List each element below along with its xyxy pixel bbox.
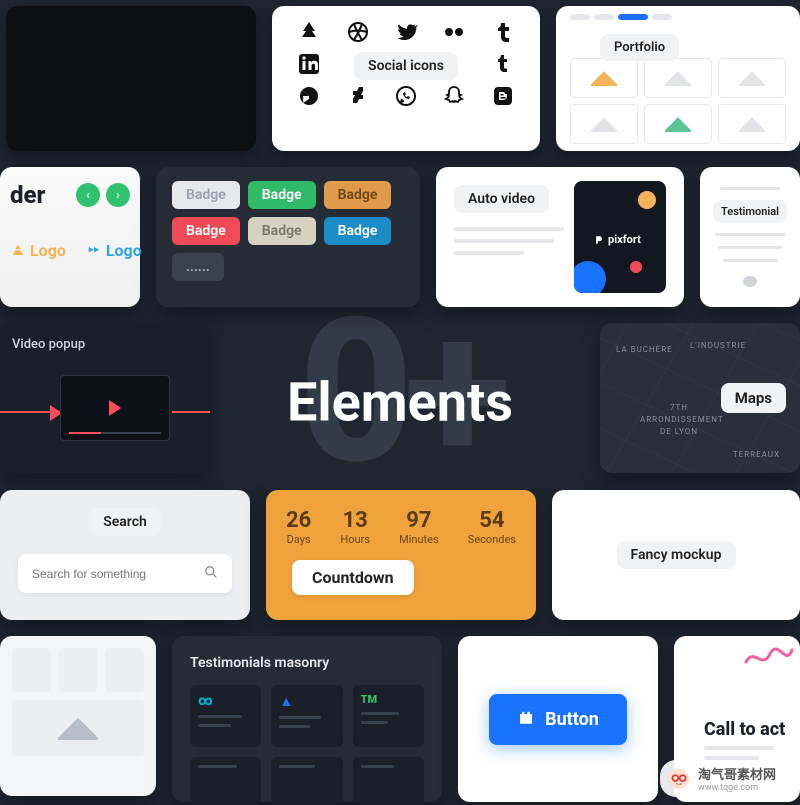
slider-prev-button[interactable]: ‹ <box>76 183 100 207</box>
video-popup-card[interactable]: Video popup <box>0 323 210 473</box>
portfolio-item[interactable] <box>718 58 786 98</box>
grid-item[interactable] <box>59 648 98 692</box>
fancy-mockup-label: Fancy mockup <box>617 541 736 569</box>
badge[interactable]: ...... <box>172 253 224 281</box>
dribbble-icon <box>346 20 370 48</box>
countdown-segment: 13Hours <box>340 508 370 546</box>
countdown-segment: 97Minutes <box>399 508 439 546</box>
watermark: 淘气哥素材网 www.tqge.com <box>660 760 790 797</box>
button-card[interactable]: Button <box>458 636 658 802</box>
maps-label: Maps <box>721 383 786 413</box>
social-icons-card[interactable]: Social icons <box>272 6 540 151</box>
tumblr-t-icon <box>491 20 515 48</box>
portfolio-card[interactable]: Portfolio <box>556 6 800 151</box>
badge[interactable]: Badge <box>248 217 316 245</box>
portfolio-label: Portfolio <box>600 34 679 61</box>
logo-item: Logo <box>86 241 142 260</box>
auto-video-label: Auto video <box>454 185 549 213</box>
testimonials-masonry-card[interactable]: Testimonials masonry ∞ ▲ TM <box>172 636 442 802</box>
testimonial-item[interactable]: ∞ <box>190 685 261 747</box>
testimonial-card[interactable]: Testimonial <box>700 167 800 307</box>
badge[interactable]: Badge <box>324 181 392 209</box>
grid-item[interactable] <box>105 648 144 692</box>
testimonial-item[interactable] <box>271 757 342 805</box>
watermark-text: 淘气哥素材网 <box>698 764 776 783</box>
portfolio-item[interactable] <box>570 104 638 144</box>
map-street: ARRONDISSEMENT <box>640 415 724 424</box>
search-icon <box>204 564 218 583</box>
slider-card[interactable]: der ‹ › Logo Logo <box>0 167 140 307</box>
countdown-segment: 26Days <box>286 508 311 546</box>
search-field[interactable] <box>18 554 232 593</box>
social-icons-label: Social icons <box>354 52 458 80</box>
primary-button[interactable]: Button <box>489 694 627 745</box>
portfolio-item[interactable] <box>644 58 712 98</box>
castle-icon <box>517 708 535 731</box>
tree-icon <box>297 20 321 48</box>
badge[interactable]: Badge <box>248 181 316 209</box>
map-street: LA BUCHÈRE <box>616 345 673 354</box>
testimonial-item[interactable] <box>353 757 424 805</box>
search-label: Search <box>89 508 161 536</box>
watermark-icon <box>668 768 690 790</box>
grid-item[interactable] <box>12 648 51 692</box>
badge[interactable]: Badge <box>324 217 392 245</box>
countdown-label: Countdown <box>292 560 414 595</box>
testimonial-item[interactable] <box>190 757 261 805</box>
badge[interactable]: Badge <box>172 217 240 245</box>
tumblr-icon <box>491 52 515 80</box>
badge[interactable]: Badge <box>172 181 240 209</box>
grid-item[interactable] <box>12 700 144 756</box>
video-popup-label: Video popup <box>12 337 85 352</box>
blank-dark-card <box>6 6 256 151</box>
countdown-segment: 54Secondes <box>468 508 516 546</box>
slider-title-fragment: der <box>10 181 45 209</box>
squiggle-decoration <box>744 642 794 672</box>
badges-card[interactable]: Badge Badge Badge Badge Badge Badge...... <box>156 167 420 307</box>
slider-next-button[interactable]: › <box>106 183 130 207</box>
map-street: 7TH <box>670 403 688 412</box>
whatsapp-icon <box>394 84 418 112</box>
logo-item: Logo <box>10 241 66 260</box>
map-street: TERREAUX <box>733 450 780 459</box>
blogger-icon <box>491 84 515 112</box>
video-thumbnail[interactable] <box>60 375 170 441</box>
canvas: 0+ Elements Social icons Portf <box>0 0 800 805</box>
twitter-icon <box>394 20 418 48</box>
portfolio-item[interactable] <box>644 104 712 144</box>
watermark-url: www.tqge.com <box>698 783 776 793</box>
pixfort-logo: pixfort <box>594 233 641 246</box>
testimonial-label: Testimonial <box>713 200 787 223</box>
linkedin-icon <box>297 52 321 80</box>
fancy-mockup-card[interactable]: Fancy mockup <box>552 490 800 620</box>
testimonial-item[interactable]: TM <box>353 685 424 747</box>
grid-card[interactable] <box>0 636 156 796</box>
countdown-card[interactable]: 26Days 13Hours 97Minutes 54Secondes Countdo… <box>266 490 536 620</box>
call-to-action-label: Call to act <box>704 719 785 740</box>
map-street: L'INDUSTRIE <box>690 341 746 350</box>
picasa-icon <box>297 84 321 112</box>
video-thumbnail[interactable]: pixfort <box>574 181 666 293</box>
button-label: Button <box>545 709 599 730</box>
search-card[interactable]: Search <box>0 490 250 620</box>
deviantart-icon <box>346 84 370 112</box>
auto-video-card[interactable]: Auto video pixfort <box>436 167 684 307</box>
search-input[interactable] <box>32 567 204 581</box>
page-title: Elements <box>287 371 513 434</box>
testimonial-item[interactable]: ▲ <box>271 685 342 747</box>
portfolio-item[interactable] <box>570 58 638 98</box>
maps-card[interactable]: LA BUCHÈRE L'INDUSTRIE 7TH ARRONDISSEMEN… <box>600 323 800 473</box>
map-street: DE LYON <box>660 427 698 436</box>
snapchat-icon <box>442 84 466 112</box>
portfolio-item[interactable] <box>718 104 786 144</box>
flickr-icon <box>442 20 466 48</box>
testimonials-masonry-label: Testimonials masonry <box>190 655 329 671</box>
